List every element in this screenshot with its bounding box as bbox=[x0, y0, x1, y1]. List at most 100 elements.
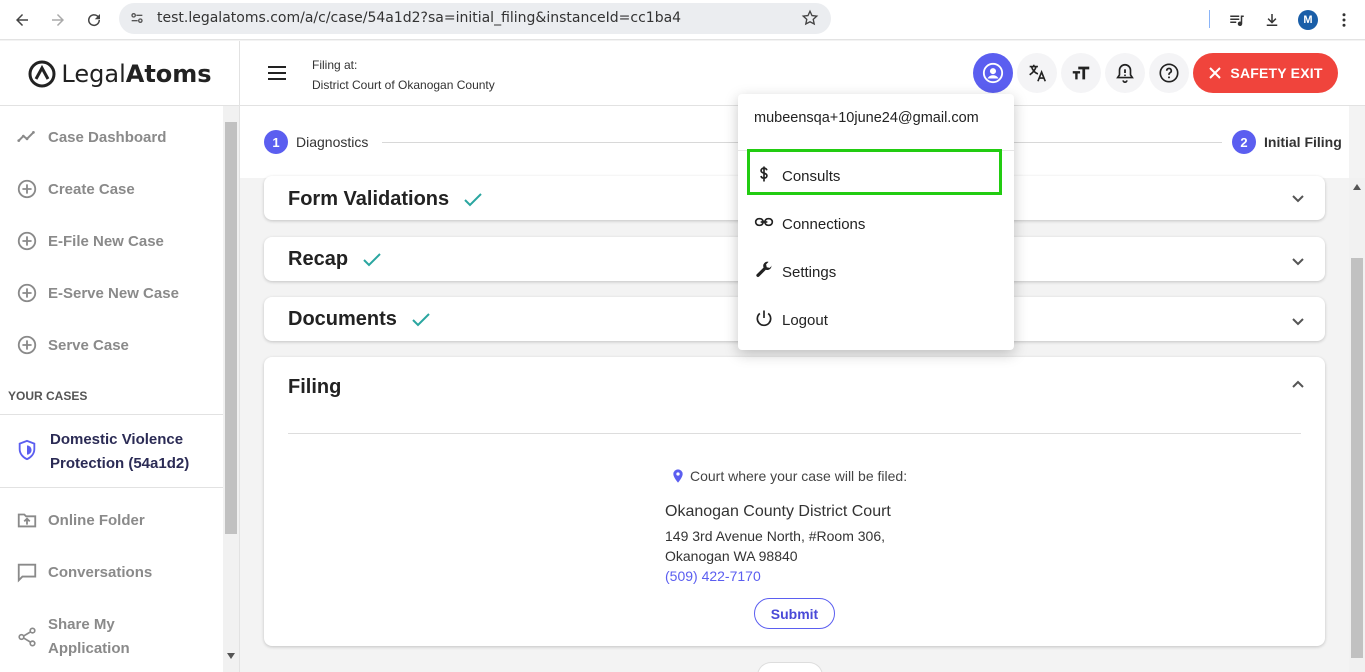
chevron-down-icon[interactable] bbox=[1291, 194, 1305, 204]
filing-at-court: District Court of Okanogan County bbox=[312, 78, 495, 92]
filing-card: Filing Court where your case will be fil… bbox=[264, 357, 1325, 646]
check-icon bbox=[464, 192, 482, 206]
media-queue-icon[interactable] bbox=[1224, 7, 1250, 33]
folder-upload-icon bbox=[16, 509, 38, 531]
court-phone-link[interactable]: (509) 422-7170 bbox=[665, 568, 761, 584]
court-name: Okanogan County District Court bbox=[665, 503, 891, 520]
check-icon bbox=[363, 252, 381, 266]
menu-item-connections[interactable]: Connections bbox=[754, 211, 865, 237]
account-circle-icon bbox=[982, 62, 1004, 84]
link-icon bbox=[754, 211, 774, 237]
address-bar[interactable]: test.legalatoms.com/a/c/case/54a1d2?sa=i… bbox=[119, 3, 831, 34]
filing-at-label: Filing at: bbox=[312, 58, 358, 72]
menu-item-label: Consults bbox=[782, 167, 841, 185]
reload-icon[interactable] bbox=[81, 7, 107, 33]
browser-menu-icon[interactable] bbox=[1331, 7, 1357, 33]
translate-button[interactable] bbox=[1017, 53, 1057, 93]
sidebar-item-efile-new-case[interactable]: E-File New Case bbox=[16, 230, 164, 252]
text-size-button[interactable] bbox=[1061, 53, 1101, 93]
card-title: Filing bbox=[288, 376, 342, 398]
sidebar-item-create-case[interactable]: Create Case bbox=[16, 178, 135, 200]
step-label: Initial Filing bbox=[1264, 134, 1342, 150]
plus-circle-icon bbox=[16, 178, 38, 200]
forward-arrow-icon[interactable] bbox=[45, 7, 71, 33]
menu-item-label: Logout bbox=[782, 311, 828, 329]
help-button[interactable] bbox=[1149, 53, 1189, 93]
card-title: Documents bbox=[288, 308, 397, 330]
profile-initial: M bbox=[1298, 10, 1318, 30]
step-label: Diagnostics bbox=[296, 134, 369, 150]
safety-exit-label: SAFETY EXIT bbox=[1230, 65, 1323, 81]
scroll-down-arrow-icon[interactable] bbox=[227, 653, 235, 659]
download-icon[interactable] bbox=[1259, 7, 1285, 33]
sidebar-item-share-my-application[interactable]: Share My Application bbox=[16, 613, 130, 661]
account-button[interactable] bbox=[973, 53, 1013, 93]
notifications-button[interactable] bbox=[1105, 53, 1145, 93]
step-diagnostics[interactable]: 1 Diagnostics bbox=[264, 130, 368, 154]
case-label-line2: Protection (54a1d2) bbox=[50, 455, 190, 472]
sidebar-divider bbox=[0, 487, 223, 488]
account-dropdown-menu: mubeensqa+10june24@gmail.com Consults Co… bbox=[738, 94, 1014, 350]
main-scrollbar[interactable] bbox=[1349, 178, 1365, 672]
logo[interactable]: LegalAtoms bbox=[0, 41, 240, 106]
location-pin-icon bbox=[673, 469, 683, 483]
chevron-down-icon[interactable] bbox=[1291, 317, 1305, 327]
card-title: Form Validations bbox=[288, 188, 450, 210]
shield-icon bbox=[16, 439, 38, 466]
step-initial-filing[interactable]: 2 Initial Filing bbox=[1232, 130, 1342, 154]
court-address-line2: Okanogan WA 98840 bbox=[665, 548, 798, 564]
sidebar-item-label: Share My Application bbox=[48, 613, 130, 661]
filing-divider bbox=[288, 433, 1301, 434]
menu-item-label: Settings bbox=[782, 263, 837, 281]
site-settings-icon[interactable] bbox=[129, 10, 145, 31]
court-address-line1: 149 3rd Avenue North, #Room 306, bbox=[665, 528, 886, 544]
logo-mark-icon bbox=[28, 60, 56, 87]
sidebar-item-label: Create Case bbox=[48, 180, 135, 198]
court-heading: Court where your case will be filed: bbox=[670, 467, 907, 485]
bell-alert-icon bbox=[1116, 63, 1134, 83]
main-scroll-thumb[interactable] bbox=[1351, 258, 1363, 658]
menu-item-settings[interactable]: Settings bbox=[754, 259, 836, 285]
power-icon bbox=[754, 307, 774, 333]
profile-avatar[interactable]: M bbox=[1295, 7, 1321, 33]
chevron-down-icon[interactable] bbox=[1291, 257, 1305, 267]
bookmark-star-icon[interactable] bbox=[801, 9, 819, 32]
sidebar-item-label: Online Folder bbox=[48, 511, 145, 529]
court-heading-text: Court where your case will be filed: bbox=[690, 468, 908, 484]
browser-toolbar: test.legalatoms.com/a/c/case/54a1d2?sa=i… bbox=[0, 0, 1365, 40]
sidebar-item-label: Serve Case bbox=[48, 336, 129, 354]
sidebar-scroll-thumb[interactable] bbox=[225, 122, 237, 534]
plus-circle-icon bbox=[16, 282, 38, 304]
sidebar-item-label-line1: Share My bbox=[48, 616, 115, 633]
hamburger-menu-icon[interactable] bbox=[266, 63, 288, 88]
sidebar-item-conversations[interactable]: Conversations bbox=[16, 561, 152, 583]
case-item-domestic-violence[interactable]: Domestic Violence Protection (54a1d2) bbox=[16, 428, 189, 476]
logo-text-bold: Atoms bbox=[125, 59, 212, 88]
sidebar-item-label: Case Dashboard bbox=[48, 128, 167, 146]
step-number: 2 bbox=[1232, 130, 1256, 154]
logo-text: LegalAtoms bbox=[61, 60, 211, 88]
sidebar-item-online-folder[interactable]: Online Folder bbox=[16, 509, 145, 531]
sidebar-item-label: E-File New Case bbox=[48, 232, 164, 250]
sidebar-item-label: Conversations bbox=[48, 563, 153, 581]
sidebar-item-label-line2: Application bbox=[48, 640, 130, 657]
submit-button[interactable]: Submit bbox=[754, 598, 835, 629]
scroll-up-arrow-icon[interactable] bbox=[1353, 184, 1361, 190]
sidebar-item-eserve-new-case[interactable]: E-Serve New Case bbox=[16, 282, 179, 304]
logo-text-light: Legal bbox=[61, 59, 126, 88]
menu-item-logout[interactable]: Logout bbox=[754, 307, 828, 333]
partial-button[interactable] bbox=[757, 662, 823, 672]
sidebar-scrollbar[interactable] bbox=[223, 106, 239, 672]
dollar-icon bbox=[754, 163, 774, 189]
back-arrow-icon[interactable] bbox=[9, 7, 35, 33]
close-icon bbox=[1209, 67, 1222, 79]
safety-exit-button[interactable]: SAFETY EXIT bbox=[1193, 53, 1338, 93]
text-size-icon bbox=[1072, 66, 1090, 80]
chevron-up-icon[interactable] bbox=[1291, 379, 1305, 389]
menu-item-consults[interactable]: Consults bbox=[754, 163, 840, 189]
your-cases-heading: YOUR CASES bbox=[8, 389, 88, 403]
sidebar-item-case-dashboard[interactable]: Case Dashboard bbox=[16, 126, 166, 148]
check-icon bbox=[412, 312, 430, 326]
sidebar-item-serve-case[interactable]: Serve Case bbox=[16, 334, 129, 356]
sidebar-divider bbox=[0, 414, 223, 415]
